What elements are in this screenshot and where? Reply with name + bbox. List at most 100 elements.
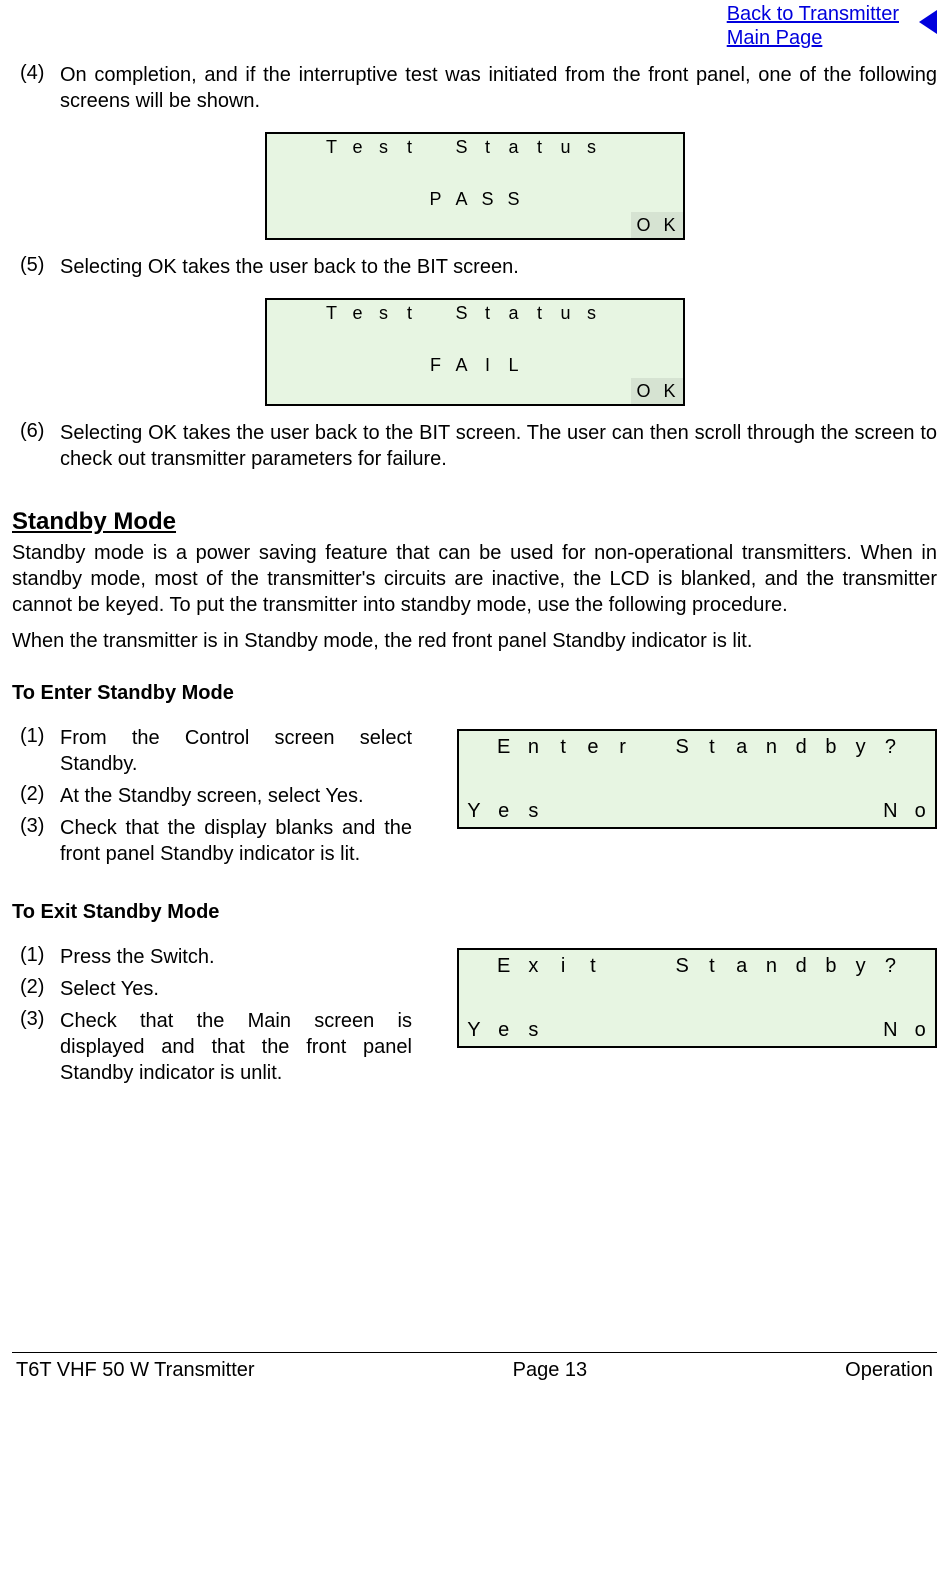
lcd-cell	[638, 795, 668, 827]
lcd-cell	[631, 326, 657, 352]
lcd-cell: t	[527, 134, 553, 160]
step-text: On completion, and if the interruptive t…	[60, 62, 937, 114]
lcd-cell	[579, 186, 605, 212]
lcd-cell: t	[397, 300, 423, 326]
lcd-cell	[423, 160, 449, 186]
lcd-cell: s	[519, 795, 549, 827]
lcd-cell	[605, 212, 631, 238]
lcd-cell	[697, 1014, 727, 1046]
lcd-cell: T	[319, 300, 345, 326]
lcd-cell: y	[846, 731, 876, 763]
lcd-row: YesNo	[459, 795, 935, 827]
lcd-cell	[579, 160, 605, 186]
lcd-cell	[605, 326, 631, 352]
lcd-cell	[657, 300, 683, 326]
lcd-cell	[757, 763, 787, 795]
lcd-cell	[638, 1014, 668, 1046]
lcd-cell	[876, 763, 906, 795]
lcd-cell	[548, 795, 578, 827]
lcd-cell	[267, 160, 293, 186]
lcd-cell	[548, 1014, 578, 1046]
lcd-cell: e	[345, 134, 371, 160]
lcd-cell	[638, 950, 668, 982]
lcd-cell	[757, 795, 787, 827]
step-number: (2)	[12, 783, 60, 809]
lcd-cell	[667, 1014, 697, 1046]
back-arrow-icon[interactable]	[919, 10, 937, 34]
lcd-cell: t	[527, 300, 553, 326]
step-number: (6)	[12, 420, 60, 472]
back-to-main-link[interactable]: Back to Transmitter Main Page	[727, 2, 899, 50]
lcd-cell: Y	[459, 1014, 489, 1046]
lcd-cell: a	[727, 950, 757, 982]
lcd-row: ExitStandby?	[459, 950, 935, 982]
lcd-cell: u	[553, 134, 579, 160]
lcd-cell	[423, 212, 449, 238]
lcd-cell: d	[786, 950, 816, 982]
lcd-cell: Y	[459, 795, 489, 827]
lcd-cell	[846, 763, 876, 795]
lcd-cell	[489, 982, 519, 1014]
lcd-cell	[697, 763, 727, 795]
lcd-cell	[846, 795, 876, 827]
lcd-cell: ?	[876, 950, 906, 982]
lcd-cell: e	[489, 1014, 519, 1046]
lcd-cell	[501, 378, 527, 404]
lcd-test-status-pass: TestStatus PASSOK	[265, 132, 685, 240]
lcd-cell	[489, 763, 519, 795]
lcd-cell	[657, 352, 683, 378]
lcd-cell: a	[501, 300, 527, 326]
lcd-cell	[786, 982, 816, 1014]
lcd-cell: I	[475, 352, 501, 378]
lcd-cell	[605, 378, 631, 404]
lcd-cell	[578, 763, 608, 795]
lcd-cell	[345, 352, 371, 378]
lcd-cell: A	[449, 186, 475, 212]
lcd-cell	[293, 134, 319, 160]
lcd-cell	[319, 212, 345, 238]
lcd-cell	[697, 982, 727, 1014]
lcd-cell: t	[475, 134, 501, 160]
lcd-cell	[397, 352, 423, 378]
lcd-cell	[553, 378, 579, 404]
step-number: (4)	[12, 62, 60, 114]
lcd-cell	[578, 982, 608, 1014]
lcd-cell	[605, 352, 631, 378]
step-text: Check that the Main screen is displayed …	[60, 1008, 412, 1086]
step-number: (3)	[12, 1008, 60, 1086]
lcd-cell	[553, 212, 579, 238]
lcd-cell: e	[345, 300, 371, 326]
lcd-row: OK	[267, 212, 683, 238]
lcd-cell: t	[578, 950, 608, 982]
lcd-cell: s	[519, 1014, 549, 1046]
lcd-cell	[501, 212, 527, 238]
lcd-cell	[293, 326, 319, 352]
lcd-cell	[727, 763, 757, 795]
lcd-cell	[527, 326, 553, 352]
lcd-cell	[553, 352, 579, 378]
lcd-cell	[548, 763, 578, 795]
lcd-cell: e	[489, 795, 519, 827]
lcd-row	[267, 160, 683, 186]
lcd-cell: S	[667, 731, 697, 763]
lcd-cell	[459, 731, 489, 763]
lcd-cell: S	[475, 186, 501, 212]
exit-standby-heading: To Exit Standby Mode	[12, 901, 937, 924]
enter-standby-heading: To Enter Standby Mode	[12, 682, 937, 705]
lcd-cell	[371, 212, 397, 238]
page-footer: T6T VHF 50 W Transmitter Page 13 Operati…	[12, 1352, 937, 1392]
lcd-cell: t	[697, 950, 727, 982]
lcd-cell: O	[631, 378, 657, 404]
lcd-cell	[579, 352, 605, 378]
lcd-cell: S	[501, 186, 527, 212]
lcd-cell: P	[423, 186, 449, 212]
lcd-cell	[527, 352, 553, 378]
lcd-cell: o	[905, 795, 935, 827]
lcd-cell	[657, 160, 683, 186]
lcd-cell	[345, 378, 371, 404]
lcd-cell	[786, 763, 816, 795]
step-number: (1)	[12, 725, 60, 777]
lcd-cell: E	[489, 950, 519, 982]
lcd-cell	[667, 982, 697, 1014]
lcd-row: TestStatus	[267, 134, 683, 160]
